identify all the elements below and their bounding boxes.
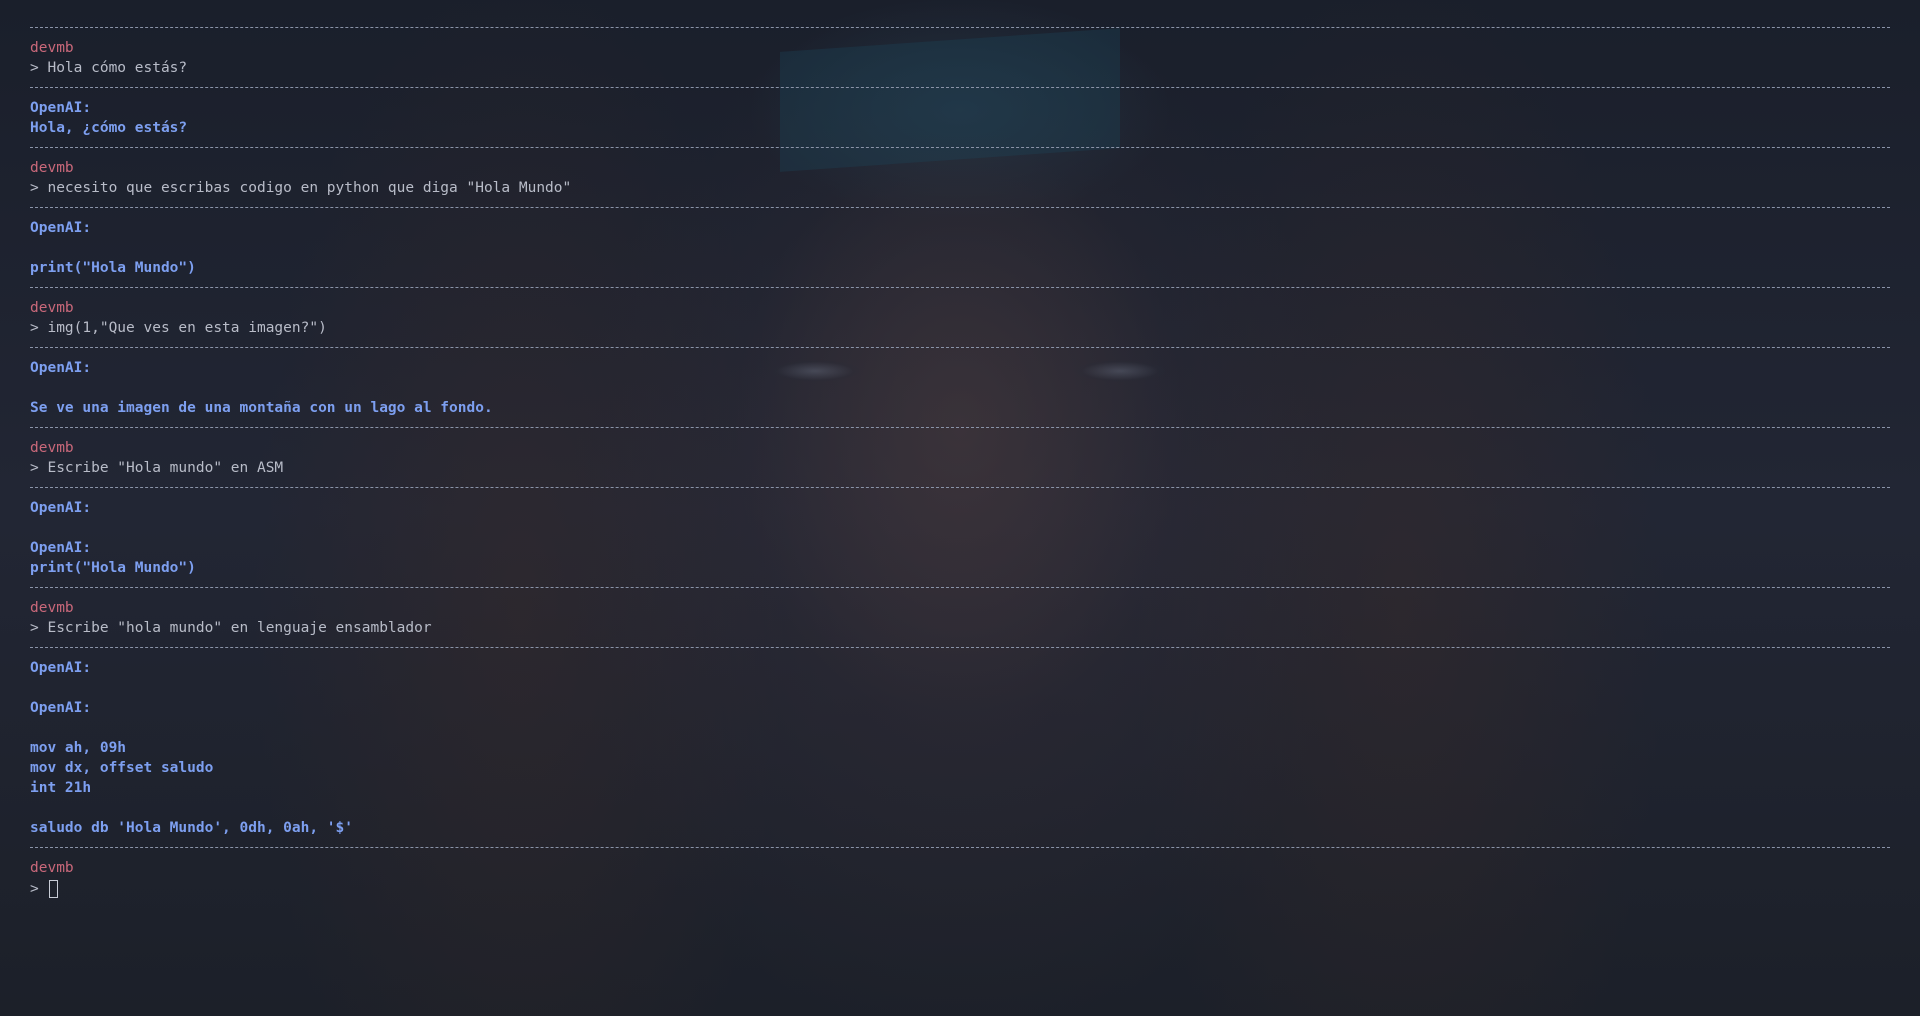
user-name: devmb: [30, 300, 74, 316]
ai-response-line: [30, 718, 1890, 738]
terminal-output: devmb > Hola cómo estás? OpenAI: Hola, ¿…: [30, 18, 1890, 900]
divider: [30, 578, 1890, 598]
user-message: > necesito que escribas codigo en python…: [30, 180, 572, 196]
ai-response-line: [30, 678, 1890, 698]
divider: [30, 78, 1890, 98]
divider: [30, 338, 1890, 358]
command-input[interactable]: >: [30, 878, 1890, 900]
ai-response-line: saludo db 'Hola Mundo', 0dh, 0ah, '$': [30, 820, 354, 836]
ai-label: OpenAI:: [30, 500, 92, 516]
divider: [30, 478, 1890, 498]
user-name: devmb: [30, 440, 74, 456]
user-message: > Escribe "Hola mundo" en ASM: [30, 460, 284, 476]
ai-response-line: print("Hola Mundo"): [30, 560, 196, 576]
divider: [30, 638, 1890, 658]
ai-response-line: OpenAI:: [30, 540, 92, 556]
user-message: > Escribe "hola mundo" en lenguaje ensam…: [30, 620, 432, 636]
ai-response-line: mov dx, offset saludo: [30, 760, 214, 776]
ai-response-line: print("Hola Mundo"): [30, 260, 196, 276]
ai-label: OpenAI:: [30, 220, 92, 236]
ai-label: OpenAI:: [30, 360, 92, 376]
ai-response-line: [30, 238, 1890, 258]
user-message: > Hola cómo estás?: [30, 60, 188, 76]
text-cursor[interactable]: [48, 880, 58, 898]
divider: [30, 278, 1890, 298]
ai-response-line: [30, 798, 1890, 818]
ai-label: OpenAI:: [30, 660, 92, 676]
user-name: devmb: [30, 860, 74, 876]
user-message: > img(1,"Que ves en esta imagen?"): [30, 320, 327, 336]
ai-response-line: [30, 378, 1890, 398]
user-name: devmb: [30, 40, 74, 56]
prompt-symbol: >: [30, 881, 39, 897]
ai-response-line: Se ve una imagen de una montaña con un l…: [30, 400, 493, 416]
divider: [30, 838, 1890, 858]
divider: [30, 138, 1890, 158]
user-name: devmb: [30, 600, 74, 616]
ai-response-line: Hola, ¿cómo estás?: [30, 120, 188, 136]
ai-response-line: [30, 518, 1890, 538]
divider: [30, 18, 1890, 38]
user-name: devmb: [30, 160, 74, 176]
divider: [30, 198, 1890, 218]
ai-response-line: OpenAI:: [30, 700, 92, 716]
ai-response-line: mov ah, 09h: [30, 740, 127, 756]
ai-label: OpenAI:: [30, 100, 92, 116]
ai-response-line: int 21h: [30, 780, 92, 796]
divider: [30, 418, 1890, 438]
